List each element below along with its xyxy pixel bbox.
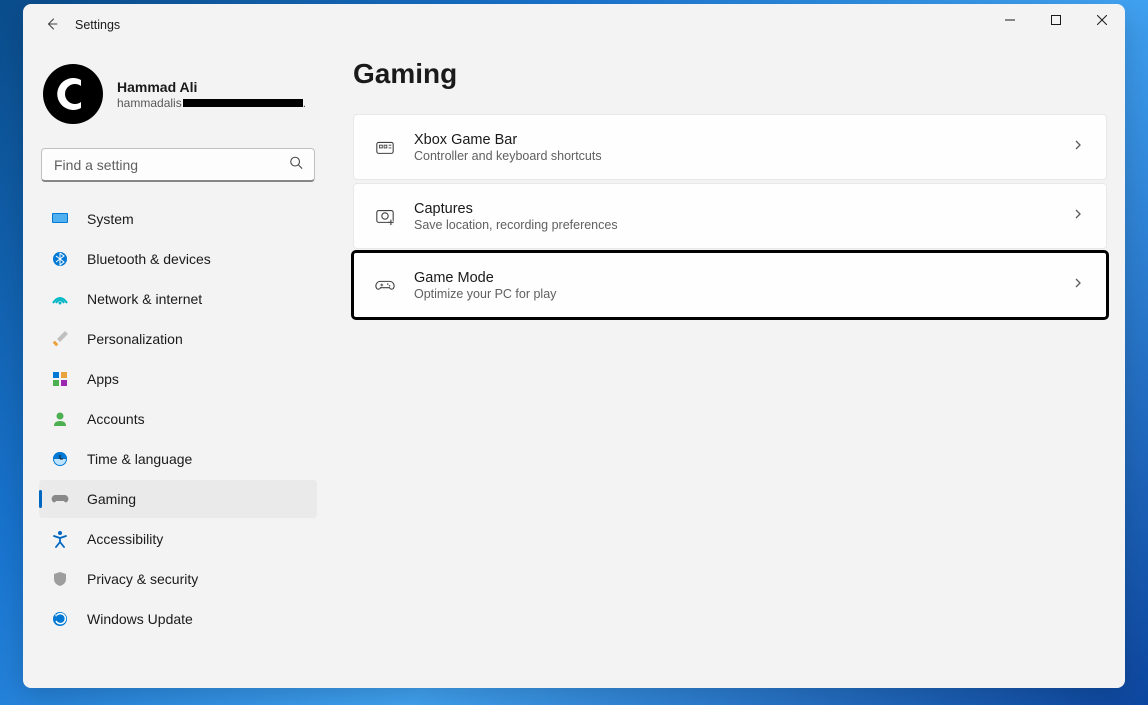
card-title: Xbox Game Bar [414,132,602,148]
accounts-icon [51,410,69,428]
sidebar-item-accessibility[interactable]: Accessibility [39,520,317,558]
profile-block[interactable]: Hammad Ali hammadalis. [39,52,317,142]
card-game-mode[interactable]: Game Mode Optimize your PC for play [353,252,1107,318]
sidebar-item-accounts[interactable]: Accounts [39,400,317,438]
content-area: Hammad Ali hammadalis. System Bluetooth … [23,44,1125,688]
sidebar-item-bluetooth[interactable]: Bluetooth & devices [39,240,317,278]
window-controls [987,4,1125,36]
card-text: Xbox Game Bar Controller and keyboard sh… [414,132,602,163]
nav-list: System Bluetooth & devices Network & int… [39,200,317,638]
chevron-right-icon [1072,207,1084,225]
sidebar-item-system[interactable]: System [39,200,317,238]
bluetooth-icon [51,250,69,268]
sidebar: Hammad Ali hammadalis. System Bluetooth … [23,52,331,688]
sidebar-item-gaming[interactable]: Gaming [39,480,317,518]
sidebar-item-label: Windows Update [87,611,193,627]
sidebar-item-label: Apps [87,371,119,387]
sidebar-item-label: Gaming [87,491,136,507]
minimize-button[interactable] [987,4,1033,36]
card-text: Game Mode Optimize your PC for play [414,270,556,301]
time-icon [51,450,69,468]
network-icon [51,290,69,308]
sidebar-item-label: Network & internet [87,291,202,307]
close-icon [1097,15,1107,25]
card-captures[interactable]: Captures Save location, recording prefer… [353,183,1107,249]
card-title: Captures [414,201,618,217]
sidebar-item-time[interactable]: Time & language [39,440,317,478]
profile-email: hammadalis. [117,96,306,110]
minimize-icon [1005,15,1015,25]
sidebar-item-label: System [87,211,134,227]
sidebar-item-label: Accessibility [87,531,163,547]
sidebar-item-personalization[interactable]: Personalization [39,320,317,358]
sidebar-item-update[interactable]: Windows Update [39,600,317,638]
xbox-game-bar-icon [374,137,396,157]
sidebar-item-label: Bluetooth & devices [87,251,211,267]
system-icon [51,210,69,228]
card-subtitle: Save location, recording preferences [414,218,618,232]
card-subtitle: Optimize your PC for play [414,287,556,301]
back-button[interactable] [41,17,63,31]
redacted-email [183,99,303,107]
sidebar-item-label: Privacy & security [87,571,198,587]
sidebar-item-apps[interactable]: Apps [39,360,317,398]
profile-name: Hammad Ali [117,79,306,95]
maximize-icon [1051,15,1061,25]
main-panel: Gaming Xbox Game Bar Controller and keyb… [331,52,1125,688]
settings-window: Settings Hammad Ali [23,4,1125,688]
avatar-logo-icon [53,74,93,114]
app-title: Settings [75,16,120,32]
title-bar: Settings [23,4,1125,44]
search-input[interactable] [41,148,315,182]
accessibility-icon [51,530,69,548]
sidebar-item-privacy[interactable]: Privacy & security [39,560,317,598]
maximize-button[interactable] [1033,4,1079,36]
sidebar-item-label: Personalization [87,331,183,347]
arrow-left-icon [45,17,59,31]
chevron-right-icon [1072,276,1084,294]
sidebar-item-label: Time & language [87,451,192,467]
personalization-icon [51,330,69,348]
card-xbox-game-bar[interactable]: Xbox Game Bar Controller and keyboard sh… [353,114,1107,180]
profile-text: Hammad Ali hammadalis. [117,79,306,110]
apps-icon [51,370,69,388]
page-title: Gaming [353,58,1107,90]
update-icon [51,610,69,628]
card-text: Captures Save location, recording prefer… [414,201,618,232]
settings-cards: Xbox Game Bar Controller and keyboard sh… [353,114,1107,318]
search-icon [289,156,303,175]
avatar [43,64,103,124]
captures-icon [374,206,396,226]
search-container [41,148,315,182]
chevron-right-icon [1072,138,1084,156]
close-button[interactable] [1079,4,1125,36]
privacy-icon [51,570,69,588]
card-title: Game Mode [414,270,556,286]
game-mode-icon [374,275,396,295]
card-subtitle: Controller and keyboard shortcuts [414,149,602,163]
sidebar-item-network[interactable]: Network & internet [39,280,317,318]
sidebar-item-label: Accounts [87,411,145,427]
gaming-icon [51,490,69,508]
